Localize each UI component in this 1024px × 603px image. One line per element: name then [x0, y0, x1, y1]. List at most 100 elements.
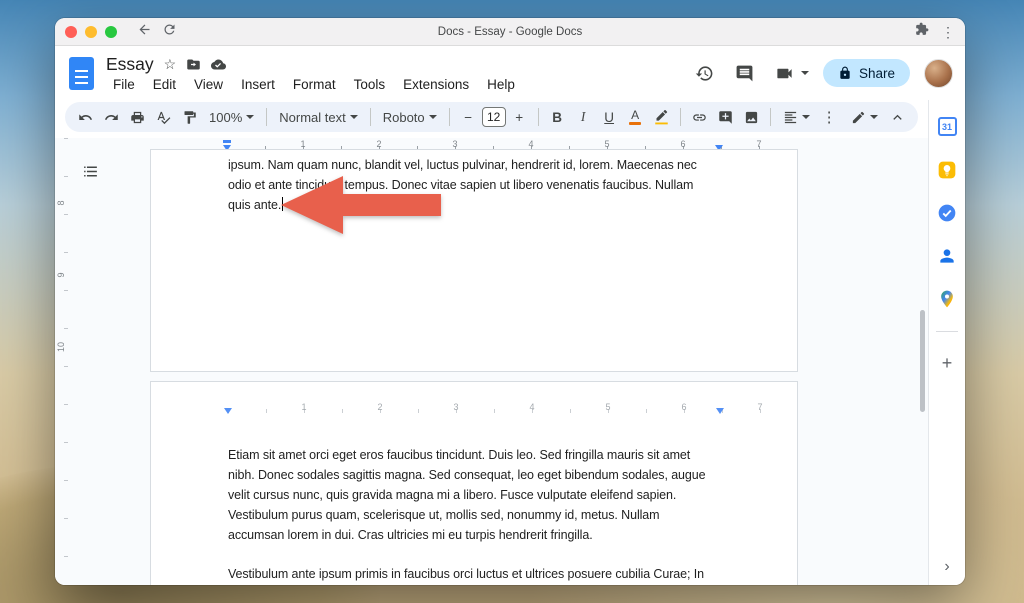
back-icon[interactable]: [137, 22, 152, 42]
text-line[interactable]: Vestibulum purus quam, scelerisque ut, m…: [228, 505, 757, 525]
meet-call-button[interactable]: [772, 60, 809, 86]
annotation-arrow: [281, 176, 441, 234]
text-color-button[interactable]: A: [623, 105, 648, 129]
menu-insert[interactable]: Insert: [234, 76, 282, 93]
italic-button[interactable]: I: [571, 105, 596, 129]
align-select[interactable]: [777, 105, 816, 129]
format-toolbar: 100% Normal text Roboto − 12 + B: [65, 102, 918, 132]
print-icon[interactable]: [125, 105, 150, 129]
paragraph-gap: [228, 545, 757, 564]
left-margin-marker: [224, 408, 232, 414]
share-button[interactable]: Share: [823, 59, 910, 87]
contacts-icon[interactable]: [937, 245, 958, 266]
star-icon[interactable]: ☆: [164, 56, 177, 73]
first-line-indent-marker[interactable]: [223, 140, 231, 143]
keep-icon[interactable]: [937, 159, 958, 180]
close-window-button[interactable]: [65, 26, 77, 38]
page-2[interactable]: 1 2 3 4 5 6 7 Etiam sit amet orci eget e…: [150, 381, 798, 585]
ruler-number: 1: [301, 402, 306, 412]
chevron-down-icon: [801, 71, 809, 79]
menu-file[interactable]: File: [106, 76, 142, 93]
document-title[interactable]: Essay: [106, 54, 154, 75]
docs-logo[interactable]: [69, 57, 94, 90]
maps-icon[interactable]: [937, 288, 958, 309]
comments-icon[interactable]: [732, 60, 758, 86]
divider: [266, 108, 267, 126]
text-color-glyph: A: [631, 109, 639, 121]
font-family-select[interactable]: Roboto: [377, 105, 443, 129]
menu-format[interactable]: Format: [286, 76, 343, 93]
decrease-font-size-button[interactable]: −: [456, 105, 481, 129]
document-outline-icon[interactable]: [79, 160, 101, 182]
text-line[interactable]: accumsan lorem in dui. Cras ultricies mi…: [228, 525, 757, 545]
menu-help[interactable]: Help: [480, 76, 522, 93]
extensions-puzzle-icon[interactable]: [915, 22, 929, 41]
spellcheck-icon[interactable]: [151, 105, 176, 129]
collapse-toolbar-icon[interactable]: [885, 105, 910, 129]
menu-view[interactable]: View: [187, 76, 230, 93]
ruler-number: 6: [680, 139, 685, 149]
docs-header: Essay ☆ File Edit View Insert Format Too…: [55, 46, 965, 100]
ruler-number: 7: [757, 402, 762, 412]
share-label: Share: [859, 66, 895, 81]
reload-icon[interactable]: [162, 22, 177, 42]
chevron-down-icon: [246, 115, 254, 123]
cloud-saved-icon[interactable]: [211, 57, 226, 72]
side-panel-rail: 31 + ›: [928, 100, 965, 585]
insert-link-icon[interactable]: [687, 105, 712, 129]
move-folder-icon[interactable]: [186, 57, 201, 72]
zoom-value: 100%: [209, 110, 242, 125]
increase-font-size-button[interactable]: +: [507, 105, 532, 129]
text-line-content: quis ante.: [228, 198, 281, 212]
text-line[interactable]: nibh. Donec sodales sagittis magna. Sed …: [228, 465, 757, 485]
text-line[interactable]: velit cursus nunc, quis gravida magna mi…: [228, 485, 757, 505]
underline-button[interactable]: U: [597, 105, 622, 129]
highlight-color-icon[interactable]: [649, 105, 674, 129]
v-ruler-number: 8: [56, 196, 66, 210]
ruler-number: 1: [300, 139, 305, 149]
redo-icon[interactable]: [99, 105, 124, 129]
pencil-icon: [851, 110, 866, 125]
ruler-number: 3: [453, 402, 458, 412]
chevron-down-icon: [802, 115, 810, 123]
vertical-scrollbar[interactable]: [920, 310, 925, 412]
version-history-icon[interactable]: [692, 60, 718, 86]
editing-mode-select[interactable]: [845, 105, 884, 129]
text-line[interactable]: Etiam sit amet orci eget eros faucibus t…: [228, 445, 757, 465]
menu-extensions[interactable]: Extensions: [396, 76, 476, 93]
menu-tools[interactable]: Tools: [347, 76, 393, 93]
undo-icon[interactable]: [73, 105, 98, 129]
font-size-input[interactable]: 12: [482, 107, 506, 127]
insert-image-icon[interactable]: [739, 105, 764, 129]
tasks-icon[interactable]: [937, 202, 958, 223]
paragraph-style-select[interactable]: Normal text: [273, 105, 363, 129]
divider: [370, 108, 371, 126]
browser-menu-icon[interactable]: ⋮: [941, 25, 955, 39]
ruler-number: 3: [452, 139, 457, 149]
text-line[interactable]: ipsum. Nam quam nunc, blandit vel, luctu…: [228, 155, 757, 175]
text-line[interactable]: Vestibulum ante ipsum primis in faucibus…: [228, 564, 757, 584]
ruler-number: 7: [756, 139, 761, 149]
paint-format-icon[interactable]: [177, 105, 202, 129]
videocam-icon: [772, 60, 798, 86]
align-left-icon: [783, 110, 798, 125]
lock-icon: [838, 66, 852, 80]
add-comment-icon[interactable]: [713, 105, 738, 129]
more-options-button[interactable]: ⋮: [817, 105, 842, 129]
v-ruler-number: 10: [56, 340, 66, 354]
divider: [538, 108, 539, 126]
calendar-icon[interactable]: 31: [937, 116, 958, 137]
text-color-bar: [629, 122, 641, 125]
hide-side-panel-chevron[interactable]: ›: [944, 559, 949, 575]
paragraph-style-value: Normal text: [279, 110, 345, 125]
zoom-select[interactable]: 100%: [203, 105, 260, 129]
add-addon-button[interactable]: +: [942, 354, 953, 372]
avatar[interactable]: [924, 59, 953, 88]
page-1[interactable]: ipsum. Nam quam nunc, blandit vel, luctu…: [150, 149, 798, 372]
minimize-window-button[interactable]: [85, 26, 97, 38]
document-canvas: 8 9 10 1 2 3 4 5 6 7: [55, 138, 928, 585]
menu-edit[interactable]: Edit: [146, 76, 183, 93]
fullscreen-window-button[interactable]: [105, 26, 117, 38]
bold-button[interactable]: B: [545, 105, 570, 129]
calendar-date-label: 31: [942, 122, 952, 132]
